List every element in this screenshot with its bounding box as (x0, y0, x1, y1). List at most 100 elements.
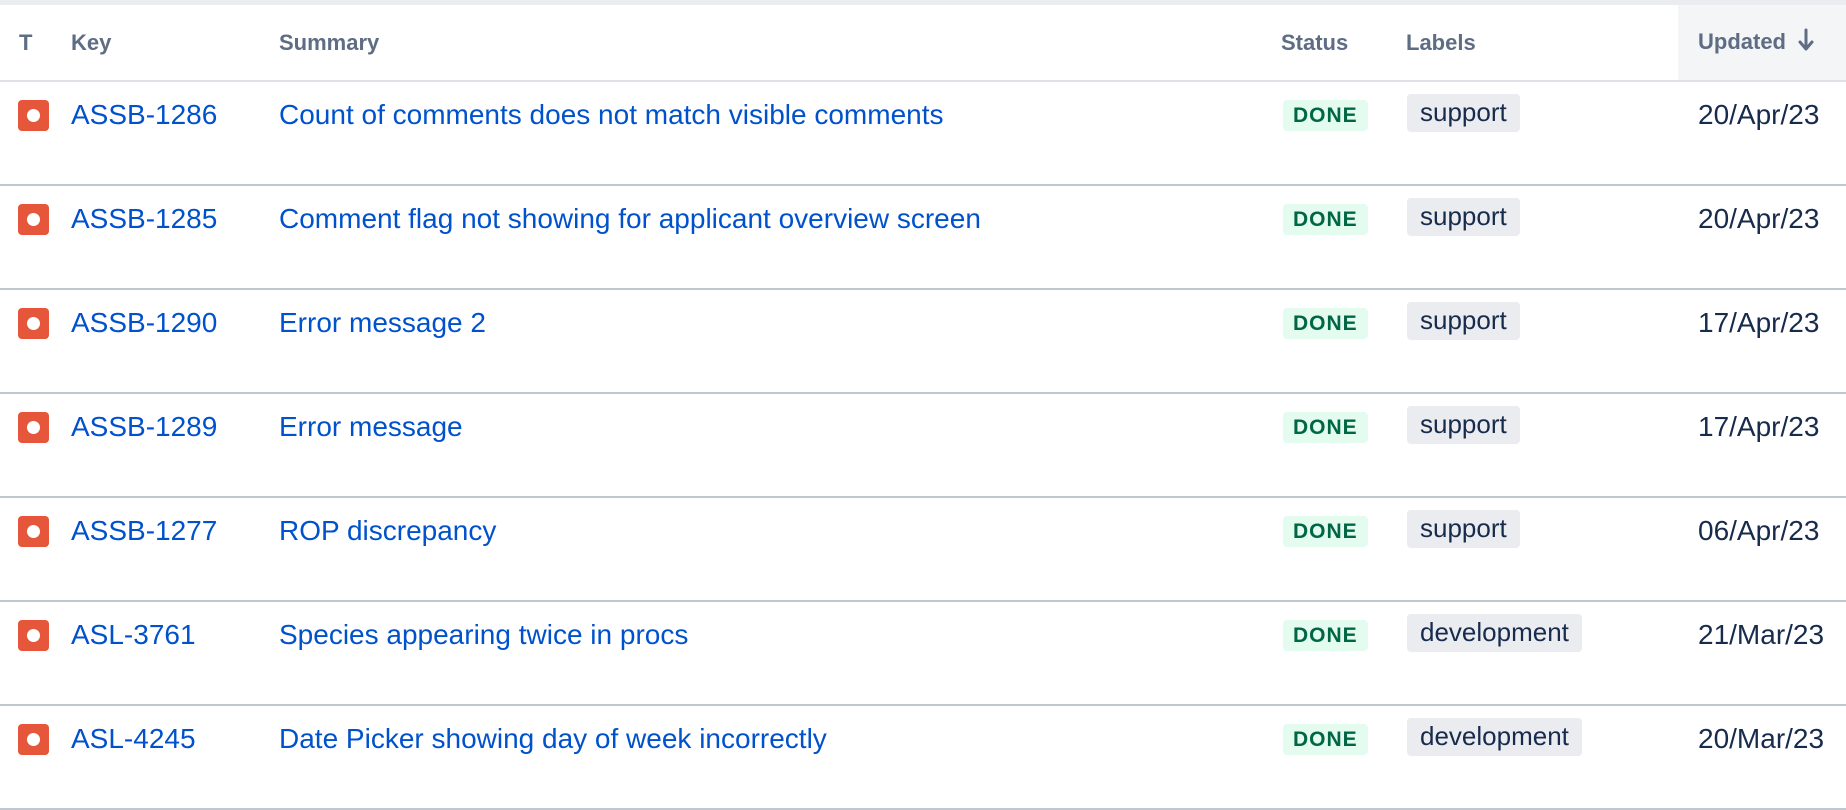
issue-summary-link[interactable]: Count of comments does not match visible… (279, 99, 944, 131)
issue-summary-link[interactable]: Error message 2 (279, 307, 486, 339)
cell-labels: development (1406, 705, 1678, 810)
column-header-labels[interactable]: Labels (1406, 5, 1678, 82)
label-chip[interactable]: development (1407, 718, 1582, 756)
cell-status: DONE (1281, 393, 1406, 498)
issue-key-link[interactable]: ASSB-1290 (71, 307, 217, 339)
cell-type (0, 81, 71, 186)
issue-summary-link[interactable]: Species appearing twice in procs (279, 619, 688, 651)
issue-table: T Key Summary Status Labels Updated ASSB… (0, 5, 1846, 810)
cell-updated: 20/Apr/23 (1678, 81, 1846, 186)
cell-key: ASSB-1289 (71, 393, 279, 498)
issue-key-link[interactable]: ASSB-1277 (71, 515, 217, 547)
cell-status: DONE (1281, 705, 1406, 810)
cell-key: ASL-4245 (71, 705, 279, 810)
bug-icon[interactable] (18, 203, 49, 235)
cell-key: ASSB-1285 (71, 185, 279, 290)
updated-date: 20/Mar/23 (1698, 723, 1825, 754)
label-chip[interactable]: support (1407, 302, 1520, 340)
bug-icon[interactable] (18, 411, 49, 443)
column-header-updated[interactable]: Updated (1678, 5, 1846, 82)
cell-type (0, 185, 71, 290)
cell-type (0, 601, 71, 706)
bug-icon[interactable] (18, 99, 49, 131)
issue-summary-link[interactable]: Error message (279, 411, 463, 443)
cell-labels: support (1406, 289, 1678, 394)
cell-updated: 06/Apr/23 (1678, 497, 1846, 602)
table-row[interactable]: ASL-4245 Date Picker showing day of week… (0, 705, 1846, 810)
label-chip[interactable]: development (1407, 614, 1582, 652)
cell-type (0, 393, 71, 498)
table-row[interactable]: ASSB-1290 Error message 2 DONE support 1… (0, 289, 1846, 394)
cell-labels: support (1406, 393, 1678, 498)
updated-date: 20/Apr/23 (1698, 99, 1820, 130)
cell-key: ASSB-1286 (71, 81, 279, 186)
arrow-down-icon[interactable] (1798, 28, 1814, 58)
table-header-row: T Key Summary Status Labels Updated (0, 5, 1846, 82)
issue-summary-link[interactable]: Date Picker showing day of week incorrec… (279, 723, 827, 755)
cell-updated: 20/Apr/23 (1678, 185, 1846, 290)
bug-icon[interactable] (18, 515, 49, 547)
cell-summary: Date Picker showing day of week incorrec… (279, 705, 1281, 810)
cell-status: DONE (1281, 289, 1406, 394)
updated-date: 17/Apr/23 (1698, 307, 1820, 338)
issue-summary-link[interactable]: ROP discrepancy (279, 515, 496, 547)
cell-type (0, 705, 71, 810)
cell-summary: Error message (279, 393, 1281, 498)
label-chip[interactable]: support (1407, 406, 1520, 444)
status-badge: DONE (1283, 411, 1368, 443)
column-header-summary[interactable]: Summary (279, 5, 1281, 82)
cell-updated: 20/Mar/23 (1678, 705, 1846, 810)
cell-type (0, 497, 71, 602)
updated-date: 06/Apr/23 (1698, 515, 1820, 546)
issue-key-link[interactable]: ASL-3761 (71, 619, 196, 651)
cell-updated: 21/Mar/23 (1678, 601, 1846, 706)
issue-key-link[interactable]: ASSB-1285 (71, 203, 217, 235)
cell-summary: Comment flag not showing for applicant o… (279, 185, 1281, 290)
cell-labels: development (1406, 601, 1678, 706)
bug-icon[interactable] (18, 723, 49, 755)
table-row[interactable]: ASSB-1277 ROP discrepancy DONE support 0… (0, 497, 1846, 602)
table-row[interactable]: ASSB-1285 Comment flag not showing for a… (0, 185, 1846, 290)
issue-key-link[interactable]: ASL-4245 (71, 723, 196, 755)
cell-status: DONE (1281, 185, 1406, 290)
cell-labels: support (1406, 185, 1678, 290)
cell-labels: support (1406, 497, 1678, 602)
table-row[interactable]: ASSB-1286 Count of comments does not mat… (0, 81, 1846, 186)
cell-status: DONE (1281, 81, 1406, 186)
status-badge: DONE (1283, 619, 1368, 651)
cell-key: ASL-3761 (71, 601, 279, 706)
cell-labels: support (1406, 81, 1678, 186)
cell-key: ASSB-1290 (71, 289, 279, 394)
table-row[interactable]: ASL-3761 Species appearing twice in proc… (0, 601, 1846, 706)
cell-key: ASSB-1277 (71, 497, 279, 602)
status-badge: DONE (1283, 515, 1368, 547)
issue-summary-link[interactable]: Comment flag not showing for applicant o… (279, 203, 981, 235)
status-badge: DONE (1283, 723, 1368, 755)
status-badge: DONE (1283, 307, 1368, 339)
bug-icon[interactable] (18, 307, 49, 339)
label-chip[interactable]: support (1407, 94, 1520, 132)
updated-date: 20/Apr/23 (1698, 203, 1820, 234)
label-chip[interactable]: support (1407, 510, 1520, 548)
status-badge: DONE (1283, 99, 1368, 131)
table-row[interactable]: ASSB-1289 Error message DONE support 17/… (0, 393, 1846, 498)
column-header-key[interactable]: Key (71, 5, 279, 82)
cell-status: DONE (1281, 601, 1406, 706)
cell-updated: 17/Apr/23 (1678, 289, 1846, 394)
cell-summary: Species appearing twice in procs (279, 601, 1281, 706)
column-header-status[interactable]: Status (1281, 5, 1406, 82)
updated-date: 17/Apr/23 (1698, 411, 1820, 442)
cell-updated: 17/Apr/23 (1678, 393, 1846, 498)
label-chip[interactable]: support (1407, 198, 1520, 236)
cell-summary: ROP discrepancy (279, 497, 1281, 602)
cell-type (0, 289, 71, 394)
issue-key-link[interactable]: ASSB-1286 (71, 99, 217, 131)
updated-date: 21/Mar/23 (1698, 619, 1825, 650)
column-header-type[interactable]: T (0, 5, 71, 82)
bug-icon[interactable] (18, 619, 49, 651)
cell-summary: Error message 2 (279, 289, 1281, 394)
status-badge: DONE (1283, 203, 1368, 235)
cell-summary: Count of comments does not match visible… (279, 81, 1281, 186)
issue-key-link[interactable]: ASSB-1289 (71, 411, 217, 443)
cell-status: DONE (1281, 497, 1406, 602)
